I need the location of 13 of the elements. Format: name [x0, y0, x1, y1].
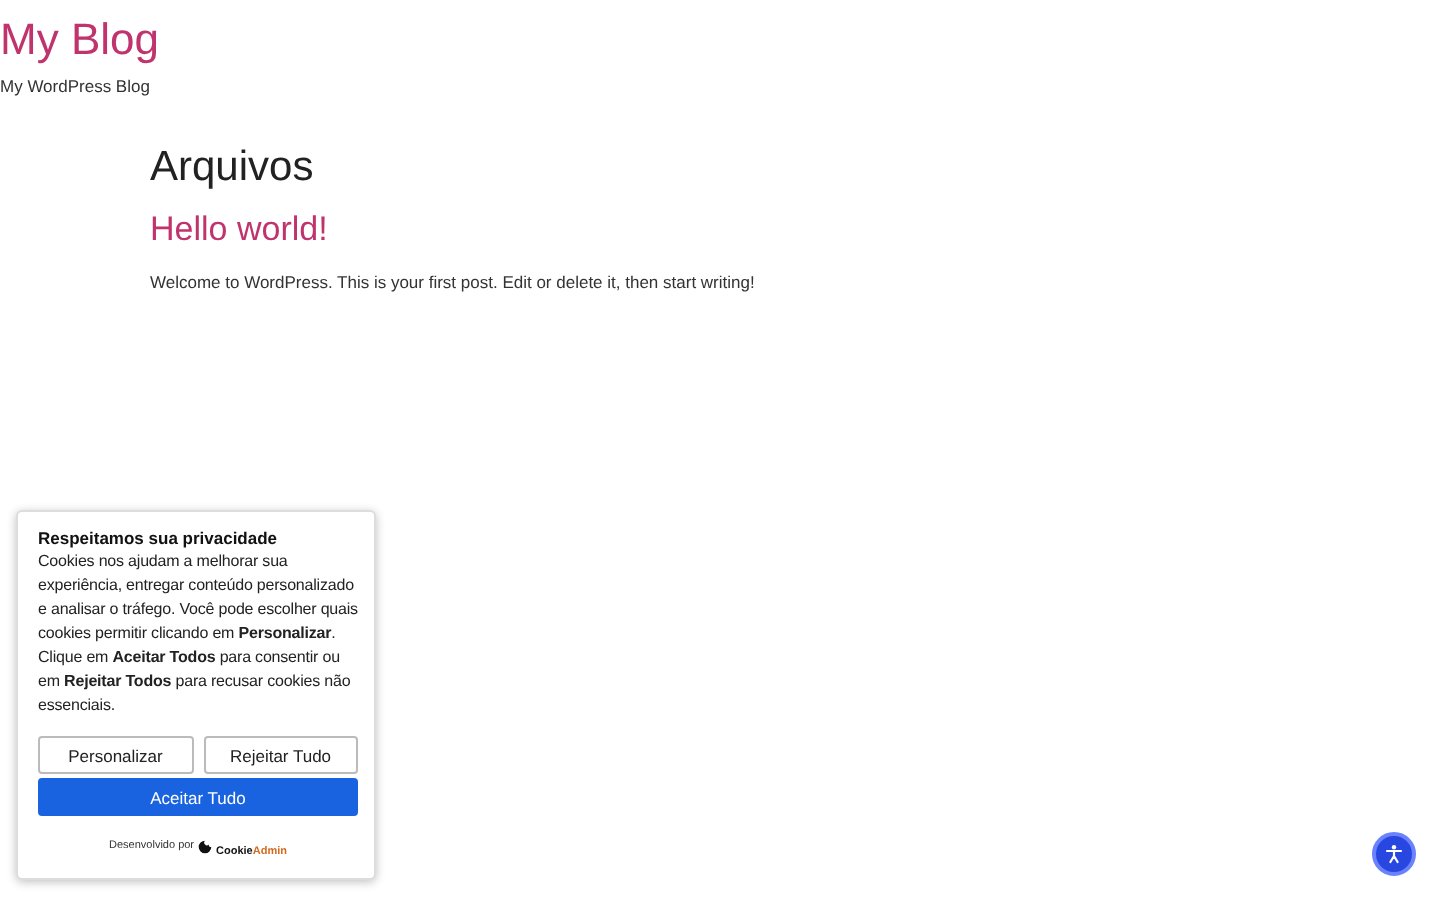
accept-button[interactable]: Aceitar Tudo: [38, 778, 358, 816]
site-title[interactable]: My Blog: [0, 12, 159, 68]
banner-title: Respeitamos sua privacidade: [38, 526, 280, 550]
person-icon: [1384, 844, 1404, 864]
banner-text: Cookies nos ajudam a melhorar sua experiência, entregar conteúdo personalizado e analisar o tráfego. Você pode escolher quais cookies permitir clicando em Personalizar. Clique em Aceitar Todos para consentir ou em Rejeitar Todos para recusar cookies não essenciais.: [38, 550, 358, 718]
accessibility-button[interactable]: [1372, 832, 1416, 876]
site-tagline: My WordPress Blog: [0, 76, 152, 96]
post-title[interactable]: Hello world!: [150, 208, 328, 252]
post-excerpt: Welcome to WordPress. This is your first post. Edit or delete it, then start writing!: [150, 272, 757, 292]
customize-button[interactable]: Personalizar: [38, 736, 193, 774]
cookie-icon: [198, 839, 213, 853]
page-heading: Arquivos: [150, 142, 316, 194]
reject-button[interactable]: Rejeitar Tudo: [203, 736, 358, 774]
